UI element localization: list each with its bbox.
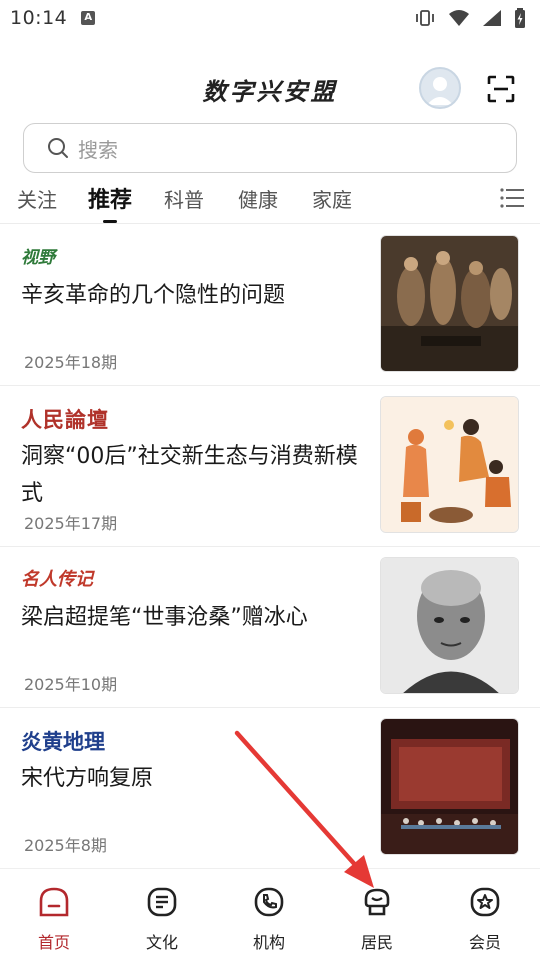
article-title: 宋代方响复原 <box>21 766 154 791</box>
nav-label: 文化 <box>145 933 178 952</box>
article-title: 梁启超提笔“世事沧桑”赠冰心 <box>21 605 308 630</box>
article-date: 2025年8期 <box>24 836 107 855</box>
tab-jiankang[interactable]: 健康 <box>238 184 278 213</box>
battery-icon <box>515 8 525 28</box>
home-icon <box>39 887 69 917</box>
nav-institution[interactable]: 机构 <box>229 885 309 953</box>
search-bar[interactable]: 搜索 <box>23 123 517 173</box>
resident-icon <box>364 888 390 916</box>
culture-icon <box>147 887 177 917</box>
wifi-icon <box>449 10 469 26</box>
scan-icon <box>487 75 515 103</box>
article-thumbnail <box>380 235 519 372</box>
article-title: 洞察“00后”社交新生态与消费新模式 <box>21 444 358 506</box>
article-thumbnail <box>380 718 519 855</box>
article-source: 人民論壇 <box>21 407 109 432</box>
article-date: 2025年18期 <box>24 353 118 372</box>
nav-label: 首页 <box>37 933 70 952</box>
nav-member[interactable]: 会员 <box>445 885 525 953</box>
status-bar: 10:14 A <box>0 0 540 36</box>
nav-label: 居民 <box>360 933 393 952</box>
signal-icon <box>483 10 501 26</box>
nav-label: 会员 <box>468 933 501 952</box>
article-title: 辛亥革命的几个隐性的问题 <box>21 283 286 308</box>
active-tab-indicator <box>103 220 117 223</box>
app-header: 数字兴安盟 <box>0 60 540 116</box>
phone-icon <box>254 887 284 917</box>
notification-icon: A <box>81 11 96 25</box>
article-date: 2025年17期 <box>24 514 118 533</box>
tab-menu-icon[interactable] <box>500 187 524 209</box>
nav-label: 机构 <box>252 933 285 952</box>
search-placeholder: 搜索 <box>78 137 118 162</box>
article-source: 炎黄地理 <box>21 729 105 754</box>
article-source: 视野 <box>21 248 55 268</box>
article-card[interactable]: 视野 辛亥革命的几个隐性的问题 2025年18期 <box>0 225 540 386</box>
article-date: 2025年10期 <box>24 675 118 694</box>
article-thumbnail <box>380 557 519 694</box>
article-card[interactable]: 名人传记 梁启超提笔“世事沧桑”赠冰心 2025年10期 <box>0 547 540 708</box>
nav-home[interactable]: 首页 <box>14 885 94 953</box>
article-card[interactable]: 人民論壇 洞察“00后”社交新生态与消费新模式 2025年17期 <box>0 386 540 547</box>
scan-button[interactable] <box>486 74 516 104</box>
tab-jiating[interactable]: 家庭 <box>312 184 352 213</box>
tab-tuijian[interactable]: 推荐 <box>88 182 132 214</box>
article-source: 名人传记 <box>21 569 93 590</box>
article-card[interactable]: 炎黄地理 宋代方响复原 2025年8期 <box>0 708 540 869</box>
vibrate-icon <box>416 10 434 26</box>
user-avatar-icon <box>427 77 453 105</box>
tab-kepu[interactable]: 科普 <box>164 184 204 213</box>
bottom-nav: 首页 文化 机构 居民 会员 <box>0 868 540 960</box>
article-thumbnail <box>380 396 519 533</box>
status-time: 10:14 <box>10 7 68 29</box>
search-icon <box>48 138 68 158</box>
status-icons <box>414 8 526 28</box>
tab-guanzhu[interactable]: 关注 <box>17 184 57 213</box>
category-tabs: 关注 推荐 科普 健康 家庭 <box>0 178 540 224</box>
member-star-icon <box>470 887 500 917</box>
avatar[interactable] <box>419 67 461 109</box>
nav-culture[interactable]: 文化 <box>122 885 202 953</box>
nav-resident[interactable]: 居民 <box>337 885 417 953</box>
